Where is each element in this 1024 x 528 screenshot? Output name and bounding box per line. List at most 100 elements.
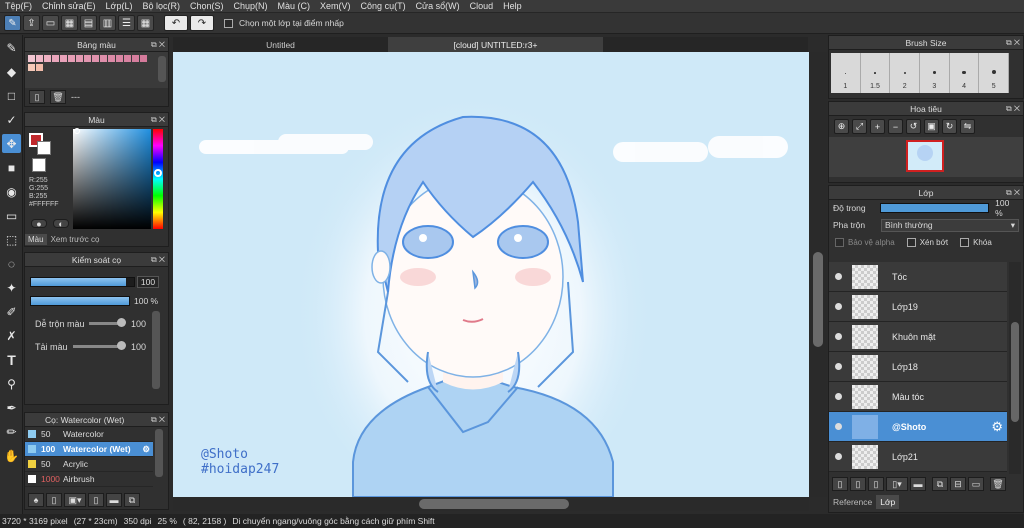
pen-tool-icon[interactable]: ✏ [2, 422, 21, 441]
operation-tool-icon[interactable]: ⚲ [2, 374, 21, 393]
select-pen-tool-icon[interactable]: ✐ [2, 302, 21, 321]
palette-swatch[interactable] [52, 55, 59, 62]
visibility-icon[interactable] [835, 423, 842, 430]
menu-item[interactable]: Xem(V) [315, 1, 356, 11]
drawing-canvas[interactable]: @Shoto #hoidap247 [173, 52, 809, 497]
zoom-fit-icon[interactable]: ⤢ [852, 119, 867, 134]
undock-icon[interactable]: ⧉ ✕ [151, 40, 165, 50]
eyedropper-tool-icon[interactable]: ✒ [2, 398, 21, 417]
list-icon[interactable]: ☰ [118, 15, 135, 31]
visibility-icon[interactable] [835, 363, 842, 370]
add-swatch-icon[interactable]: ▯ [29, 90, 45, 104]
comment-icon[interactable]: ▭ [42, 15, 59, 31]
delete-swatch-icon[interactable]: 🗑 [50, 90, 66, 104]
rectangle-tool-icon[interactable]: □ [2, 86, 21, 105]
brush-settings-icon[interactable]: ▯ [88, 493, 104, 507]
eraser-tool-icon[interactable]: ◆ [2, 62, 21, 81]
visibility-icon[interactable] [835, 453, 842, 460]
select-rect-tool-icon[interactable]: ⬚ [2, 230, 21, 249]
navigator-preview[interactable] [829, 137, 1023, 177]
visibility-icon[interactable] [835, 393, 842, 400]
undock-icon[interactable]: ⧉ ✕ [151, 415, 165, 425]
gear-icon[interactable]: ⚙ [142, 444, 150, 455]
menu-item[interactable]: Help [498, 1, 527, 11]
select-eraser-tool-icon[interactable]: ✗ [2, 326, 21, 345]
clipping-checkbox[interactable] [906, 237, 916, 247]
delete-layer-icon[interactable]: 🗑 [990, 477, 1006, 491]
palette-swatch[interactable] [76, 55, 83, 62]
palette-swatch[interactable] [140, 55, 147, 62]
redo-button[interactable]: ↷ [190, 15, 214, 31]
tab-layer[interactable]: Lớp [876, 495, 900, 509]
hue-slider[interactable] [153, 129, 163, 229]
palette-swatch[interactable] [84, 55, 91, 62]
tab-color[interactable]: Màu [25, 234, 47, 245]
menu-item[interactable]: Màu (C) [273, 1, 316, 11]
layer-settings-gear-icon[interactable]: ⚙ [991, 419, 1003, 435]
horizontal-scroll-thumb[interactable] [419, 499, 569, 509]
hand-tool-icon[interactable]: ✋ [2, 446, 21, 465]
brush-folder-icon[interactable]: ▬ [106, 493, 122, 507]
menu-item[interactable]: Cửa sổ(W) [411, 1, 465, 11]
layer-row[interactable]: @Shoto ⚙ [829, 412, 1007, 442]
zoom-in-icon[interactable]: ⊕ [834, 119, 849, 134]
menu-item[interactable]: Chỉnh sửa(E) [37, 1, 101, 11]
merge-down-icon[interactable]: ⊟ [950, 477, 966, 491]
palette-swatch[interactable] [116, 55, 123, 62]
brush-size-preset[interactable]: 1.5 [860, 53, 891, 93]
palette-swatch[interactable] [100, 55, 107, 62]
layer-menu-icon[interactable]: ▯▾ [886, 477, 908, 491]
tab-reference[interactable]: Reference [829, 495, 876, 509]
palette-swatch[interactable] [92, 55, 99, 62]
folder-icon[interactable]: ▬ [910, 477, 926, 491]
brush-stamp-icon[interactable]: ♠ [28, 493, 44, 507]
color-mode-icon[interactable]: ● [31, 219, 47, 229]
new-layer-icon[interactable]: ▯ [832, 477, 848, 491]
undock-icon[interactable]: ⧉ ✕ [1006, 188, 1020, 198]
vertical-scroll-thumb[interactable] [813, 252, 823, 347]
undock-icon[interactable]: ⧉ ✕ [1006, 104, 1020, 114]
layer-row[interactable]: Lớp18 [829, 352, 1007, 382]
layer-row[interactable]: Lớp19 [829, 292, 1007, 322]
select-layer-checkbox[interactable] [224, 18, 233, 28]
brush-size-slider[interactable] [30, 277, 135, 287]
palette-swatch[interactable] [36, 64, 43, 71]
tile-icon[interactable]: ▦ [61, 15, 78, 31]
fit-window-icon[interactable]: ▣ [924, 119, 939, 134]
brush-size-value[interactable]: 100 [137, 276, 159, 288]
horizontal-scrollbar[interactable] [173, 497, 809, 511]
dip-slider-handle[interactable] [117, 341, 126, 350]
document-icon[interactable]: ▤ [80, 15, 97, 31]
export-icon[interactable]: ⇪ [23, 15, 40, 31]
hue-handle[interactable] [154, 169, 162, 177]
brush-item[interactable]: 1000 Airbrush [25, 472, 153, 487]
mix-slider-handle[interactable] [117, 318, 126, 327]
undock-icon[interactable]: ⧉ ✕ [1006, 38, 1020, 48]
menu-item[interactable]: Cloud [465, 1, 499, 11]
picker-cursor[interactable] [74, 128, 80, 134]
layer-scrollbar[interactable] [1009, 262, 1021, 474]
magic-wand-tool-icon[interactable]: ✦ [2, 278, 21, 297]
rotate-right-icon[interactable]: ↻ [942, 119, 957, 134]
palette-scrollbar[interactable] [158, 56, 166, 82]
palette-swatch[interactable] [28, 64, 35, 71]
menu-item[interactable]: Bộ lọc(R) [137, 1, 185, 11]
layer-scroll-thumb[interactable] [1011, 322, 1019, 422]
zoom-in-icon-2[interactable]: + [870, 119, 885, 134]
flip-icon[interactable]: ⇋ [960, 119, 975, 134]
undo-button[interactable]: ↶ [164, 15, 188, 31]
menu-item[interactable]: Lớp(L) [101, 1, 138, 11]
brush-tool-icon[interactable]: ✎ [2, 38, 21, 57]
lock-checkbox[interactable] [960, 237, 970, 247]
visibility-icon[interactable] [835, 273, 842, 280]
brush-control-scrollbar[interactable] [152, 311, 160, 389]
palette-swatch[interactable] [44, 55, 51, 62]
layer-row[interactable]: Khuôn mặt [829, 322, 1007, 352]
brush-menu-icon[interactable]: ▣▾ [64, 493, 86, 507]
new-brush-icon[interactable]: ▯ [46, 493, 62, 507]
palette-swatch[interactable] [108, 55, 115, 62]
menu-item[interactable]: Chọn(S) [185, 1, 229, 11]
visibility-icon[interactable] [835, 303, 842, 310]
blend-mode-select[interactable]: Bình thường ▾ [881, 218, 1019, 232]
undock-icon[interactable]: ⧉ ✕ [151, 255, 165, 265]
